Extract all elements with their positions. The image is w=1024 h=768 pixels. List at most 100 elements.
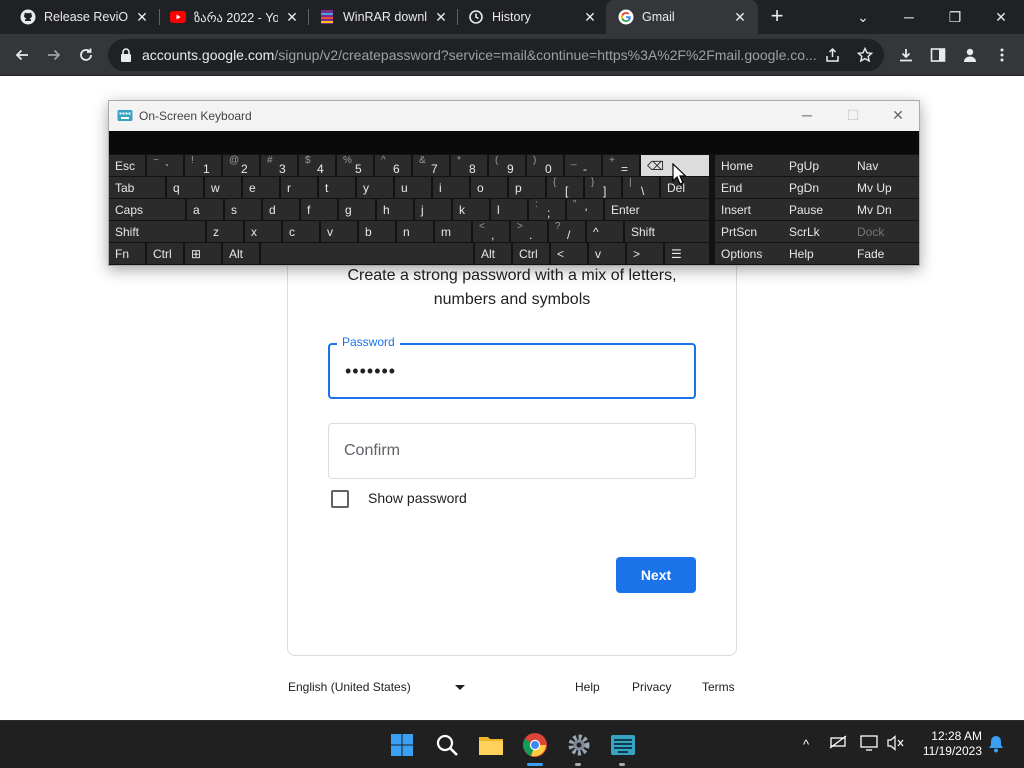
osk-key[interactable]: Enter <box>605 199 709 220</box>
osk-key[interactable]: Ctrl <box>147 243 183 264</box>
osk-key[interactable]: g <box>339 199 375 220</box>
osk-key[interactable]: y <box>357 177 393 198</box>
osk-key[interactable]: #3 <box>261 155 297 176</box>
osk-key[interactable]: Alt <box>475 243 511 264</box>
privacy-link[interactable]: Privacy <box>632 680 671 694</box>
share-icon[interactable] <box>820 42 846 68</box>
side-panel-icon[interactable] <box>925 42 951 68</box>
osk-key[interactable]: r <box>281 177 317 198</box>
osk-key[interactable]: (9 <box>489 155 525 176</box>
osk-key[interactable]: Dock <box>851 221 919 242</box>
osk-key[interactable]: + = <box>603 155 639 176</box>
osk-key[interactable]: <, <box>473 221 509 242</box>
no-network-icon[interactable] <box>828 735 848 755</box>
tab-github[interactable]: Release ReviOS ✕ <box>0 0 160 34</box>
osk-key[interactable]: {[ <box>547 177 583 198</box>
osk-key[interactable]: Alt <box>223 243 259 264</box>
osk-key[interactable] <box>261 243 473 264</box>
osk-key[interactable]: Shift <box>625 221 709 242</box>
osk-key[interactable]: Ctrl <box>513 243 549 264</box>
osk-key[interactable]: x <box>245 221 281 242</box>
osk-key[interactable]: Pause <box>783 199 851 220</box>
osk-key[interactable]: PgUp <box>783 155 851 176</box>
osk-key[interactable]: o <box>471 177 507 198</box>
terms-link[interactable]: Terms <box>702 680 735 694</box>
osk-key[interactable]: PrtScn <box>715 221 783 242</box>
osk-key[interactable]: b <box>359 221 395 242</box>
minimize-icon[interactable]: ─ <box>886 0 932 34</box>
osk-key[interactable]: k <box>453 199 489 220</box>
osk-key[interactable]: Options <box>715 243 783 264</box>
osk-key[interactable]: % 5 <box>337 155 373 176</box>
close-icon[interactable]: ✕ <box>284 9 300 25</box>
maximize-icon[interactable]: ☐ <box>845 107 861 123</box>
chrome-icon[interactable] <box>519 729 551 761</box>
windows-start-icon[interactable] <box>386 729 418 761</box>
osk-key[interactable]: Mv Dn <box>851 199 919 220</box>
osk-key[interactable]: Nav <box>851 155 919 176</box>
osk-key[interactable]: f <box>301 199 337 220</box>
osk-key[interactable]: ? / <box>549 221 585 242</box>
osk-key[interactable]: ! 1 <box>185 155 221 176</box>
osk-key[interactable]: l <box>491 199 527 220</box>
minimize-icon[interactable]: ─ <box>799 107 815 123</box>
close-icon[interactable]: ✕ <box>582 9 598 25</box>
osk-key[interactable]: m <box>435 221 471 242</box>
osk-key[interactable]: < <box>551 243 587 264</box>
osk-key[interactable]: @2 <box>223 155 259 176</box>
tab-history[interactable]: History ✕ <box>448 0 608 34</box>
osk-key[interactable]: Fade <box>851 243 919 264</box>
notification-bell-icon[interactable] <box>986 735 1006 755</box>
osk-key[interactable]: > <box>627 243 663 264</box>
osk-key[interactable]: j <box>415 199 451 220</box>
bookmark-star-icon[interactable] <box>852 42 878 68</box>
osk-key[interactable]: c <box>283 221 319 242</box>
system-clock[interactable]: 12:28 AM 11/19/2023 <box>904 729 982 759</box>
osk-key[interactable]: _ - <box>565 155 601 176</box>
show-password-checkbox[interactable] <box>331 490 349 508</box>
profile-icon[interactable] <box>957 42 983 68</box>
osk-key[interactable]: i <box>433 177 469 198</box>
forward-icon[interactable] <box>41 42 67 68</box>
new-tab-button[interactable]: + <box>766 5 788 28</box>
osk-key[interactable]: Esc <box>109 155 145 176</box>
osk-key[interactable]: z <box>207 221 243 242</box>
show-password-label[interactable]: Show password <box>368 490 467 506</box>
osk-key[interactable]: w <box>205 177 241 198</box>
osk-key[interactable]: v <box>321 221 357 242</box>
osk-key[interactable]: | \ <box>623 177 659 198</box>
osk-key[interactable]: ⊞ <box>185 243 221 264</box>
on-screen-keyboard-taskbar-icon[interactable] <box>607 729 639 761</box>
osk-key[interactable]: ^ 6 <box>375 155 411 176</box>
osk-key[interactable]: h <box>377 199 413 220</box>
osk-key[interactable]: Fn <box>109 243 145 264</box>
close-icon[interactable]: ✕ <box>134 9 150 25</box>
reload-icon[interactable] <box>73 42 99 68</box>
osk-key[interactable]: ScrLk <box>783 221 851 242</box>
osk-key[interactable]: ☰ <box>665 243 709 264</box>
volume-muted-icon[interactable] <box>886 735 906 755</box>
close-icon[interactable]: ✕ <box>732 9 748 25</box>
osk-key[interactable]: Caps <box>109 199 185 220</box>
menu-dots-icon[interactable] <box>989 42 1015 68</box>
file-explorer-icon[interactable] <box>475 729 507 761</box>
osk-key[interactable]: ^ <box>587 221 623 242</box>
restore-icon[interactable]: ❐ <box>932 0 978 34</box>
osk-key[interactable]: s <box>225 199 261 220</box>
osk-key[interactable]: * 8 <box>451 155 487 176</box>
chevron-up-icon[interactable]: ^ <box>796 735 816 755</box>
osk-key[interactable]: Home <box>715 155 783 176</box>
search-icon[interactable] <box>431 729 463 761</box>
osk-key[interactable]: e <box>243 177 279 198</box>
osk-key[interactable]: End <box>715 177 783 198</box>
close-icon[interactable]: ✕ <box>433 9 449 25</box>
osk-key[interactable]: & 7 <box>413 155 449 176</box>
osk-key[interactable]: p <box>509 177 545 198</box>
osk-key[interactable]: Shift <box>109 221 205 242</box>
osk-key[interactable]: $4 <box>299 155 335 176</box>
dropdown-arrow-icon[interactable] <box>455 685 465 690</box>
osk-key[interactable]: ~ ` <box>147 155 183 176</box>
osk-title-bar[interactable]: On-Screen Keyboard ─ ☐ ✕ <box>109 101 919 131</box>
osk-key[interactable]: Mv Up <box>851 177 919 198</box>
settings-gear-icon[interactable] <box>563 729 595 761</box>
